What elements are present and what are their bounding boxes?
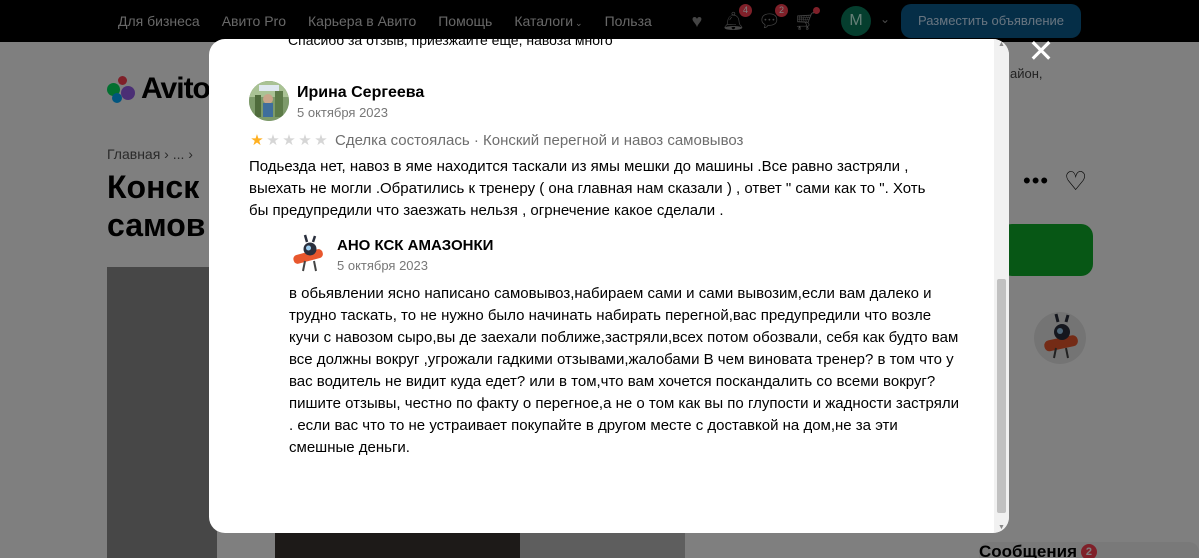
review-meta: ★ ★ ★ ★ ★ Сделка состоялась · Конский пе… bbox=[249, 132, 743, 149]
review-text: Подьезда нет, навоз в яме находится таск… bbox=[249, 158, 926, 219]
star-empty-icon: ★ bbox=[298, 131, 312, 149]
reviewer-name[interactable]: Ирина Сергеева bbox=[297, 84, 424, 102]
seller-reply-avatar[interactable] bbox=[289, 234, 329, 274]
modal-scroll-content: Спасибо за отзыв, приезжайте еще, навоза… bbox=[209, 39, 995, 533]
previous-reply-text: Спасибо за отзыв, приезжайте еще, навоза… bbox=[288, 39, 613, 48]
deal-info: Сделка состоялась · Конский перегной и н… bbox=[335, 132, 744, 149]
rating-stars: ★ ★ ★ ★ ★ bbox=[249, 131, 329, 149]
modal-scrollbar[interactable]: ▲ ▼ bbox=[994, 39, 1009, 533]
reviewer-avatar[interactable] bbox=[249, 81, 289, 121]
close-icon[interactable]: ✕ bbox=[1026, 35, 1056, 67]
reviews-modal: Спасибо за отзыв, приезжайте еще, навоза… bbox=[209, 39, 1009, 533]
star-filled-icon: ★ bbox=[250, 131, 264, 149]
star-empty-icon: ★ bbox=[266, 131, 280, 149]
scroll-down-arrow-icon[interactable]: ▼ bbox=[997, 524, 1006, 531]
seller-reply-text: в обьявлении ясно написано самовывоз,наб… bbox=[289, 285, 959, 456]
seller-reply-name[interactable]: АНО КСК АМАЗОНКИ bbox=[337, 237, 493, 254]
scroll-up-arrow-icon[interactable]: ▲ bbox=[997, 41, 1006, 48]
star-empty-icon: ★ bbox=[282, 131, 296, 149]
scrollbar-thumb[interactable] bbox=[997, 279, 1006, 513]
star-empty-icon: ★ bbox=[314, 131, 328, 149]
seller-reply-date: 5 октября 2023 bbox=[337, 258, 428, 273]
review-date: 5 октября 2023 bbox=[297, 105, 388, 120]
